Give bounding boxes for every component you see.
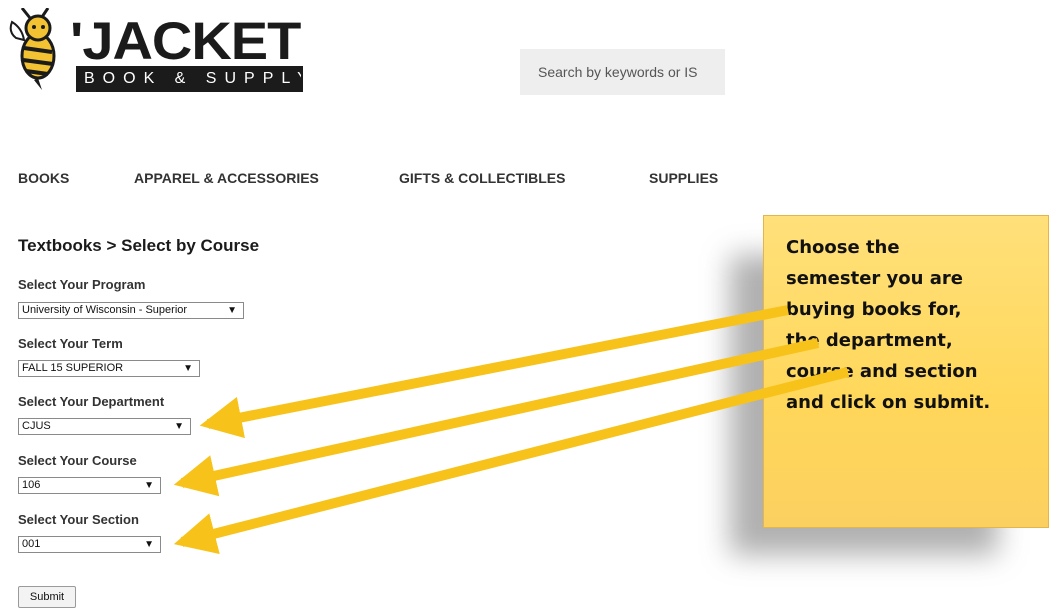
pointer-arrows [173, 305, 850, 555]
